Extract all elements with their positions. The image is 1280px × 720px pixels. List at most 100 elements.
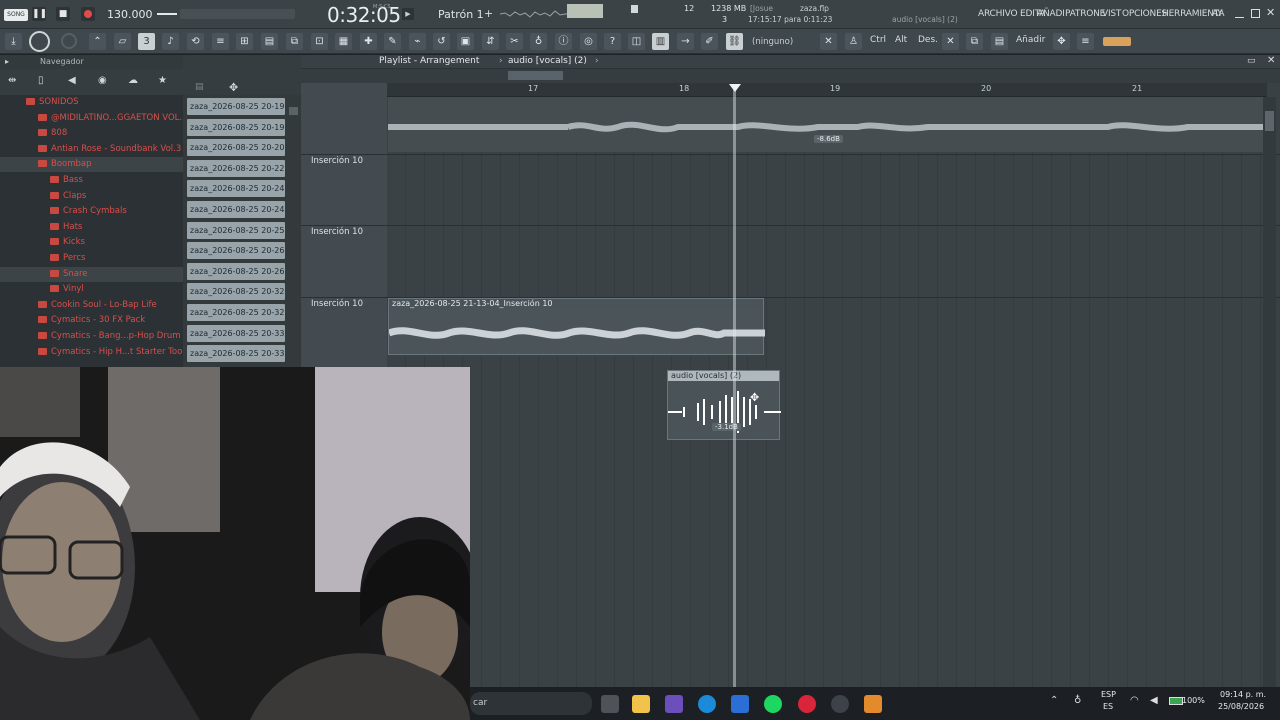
menu-icon[interactable]: ≡ (1077, 33, 1094, 50)
vertical-scroll-thumb[interactable] (1265, 111, 1274, 131)
browser-item[interactable]: Percs (0, 251, 183, 266)
playlist-icon[interactable]: ≡ (212, 33, 229, 50)
browser-icon[interactable]: ⊡ (311, 33, 328, 50)
clock-time[interactable]: 09:14 p. m. (1220, 690, 1266, 699)
browser-item[interactable]: Cymatics - Hip H...t Starter Toolkit (0, 345, 183, 360)
browser-item[interactable]: Snare (0, 266, 183, 282)
add-button[interactable]: Añadir (1016, 35, 1045, 45)
blend-notes-icon[interactable]: ♪ (162, 33, 179, 50)
song-mode-button[interactable]: SONG (4, 9, 28, 21)
cloud-icon[interactable]: ☁ (128, 75, 138, 86)
star-icon[interactable]: ★ (158, 75, 167, 86)
pattern-selector[interactable]: Patrón 1 (438, 8, 484, 21)
clip-list-item[interactable]: zaza_2026-08-25 20-19... (187, 98, 285, 115)
cpu-slider[interactable] (1103, 37, 1131, 46)
script-icon[interactable]: ✎ (384, 33, 401, 50)
clip-list-item[interactable]: zaza_2026-08-25 20-33... (187, 345, 285, 363)
store-icon[interactable] (731, 695, 749, 713)
link-icon[interactable]: ⛓ (726, 33, 743, 50)
clip-list-item[interactable]: zaza_2026-08-25 20-19... (187, 118, 285, 136)
track-label[interactable]: Inserción 10 (311, 156, 363, 166)
master-volume-slider[interactable] (180, 9, 295, 19)
countdown-icon[interactable]: 3 (138, 33, 155, 50)
playlist-close-icon[interactable]: ✕ (1267, 55, 1275, 66)
audio-clip-insercion[interactable]: zaza_2026-08-25 21-13-04_Inserción 10 (388, 298, 765, 355)
clip-list-item[interactable]: zaza_2026-08-25 20-26... (187, 242, 285, 260)
clip-list-item[interactable]: zaza_2026-08-25 20-24... (187, 180, 285, 198)
fl-studio-icon[interactable] (864, 695, 882, 713)
chat-icon[interactable]: ◎ (580, 33, 597, 50)
delete-icon[interactable]: ✕ (942, 33, 959, 50)
snipping-tool-icon[interactable] (665, 695, 683, 713)
menu-archivo[interactable]: ARCHIVO (978, 9, 1018, 19)
undo-icon[interactable]: ↺ (433, 33, 450, 50)
timeline-ruler[interactable]: 17 18 19 20 21 (387, 83, 1267, 97)
keyboard-layout[interactable]: ES (1103, 702, 1113, 711)
stop-button[interactable]: ■ (56, 7, 70, 21)
clip-list-item[interactable]: zaza_2026-08-25 20-26... (187, 262, 285, 280)
mixer-icon[interactable]: ⧉ (286, 33, 303, 50)
vertical-scrollbar[interactable] (1263, 97, 1276, 687)
clock-date[interactable]: 25/08/2026 (1218, 702, 1264, 711)
browser-item[interactable]: Cookin Soul - Lo-Bap Life (0, 298, 183, 313)
cut-icon[interactable]: ✂ (506, 33, 523, 50)
browser-item[interactable]: @MIDILATINO...GGAETON VOL. 1 (0, 111, 183, 126)
spotify-icon[interactable] (764, 695, 782, 713)
copy-icon[interactable]: ⧉ (966, 33, 983, 50)
clip-list-item[interactable]: zaza_2026-08-25 20-24... (187, 201, 285, 218)
microphone-tray-icon[interactable]: ♁ (1074, 695, 1081, 706)
pen-icon[interactable]: ✐ (701, 33, 718, 50)
browser-item[interactable]: Cymatics - 30 FX Pack (0, 313, 183, 328)
snap-icon[interactable]: ◫ (628, 33, 645, 50)
menu-vista[interactable]: VIST (1102, 9, 1121, 19)
keyboard-icon[interactable]: ▥ (652, 33, 669, 50)
export-icon[interactable]: ⇵ (482, 33, 499, 50)
master-pitch-slider[interactable] (157, 13, 177, 15)
horizontal-scroll-thumb[interactable] (508, 71, 563, 80)
track-label[interactable]: Inserción 10 (311, 227, 363, 237)
clip-list-item[interactable]: zaza_2026-08-25 20-25... (187, 221, 285, 239)
browser-item[interactable]: Antian Rose - Soundbank Vol.3 (0, 142, 183, 157)
minimize-icon[interactable] (1235, 9, 1244, 18)
arrow-right-icon[interactable]: → (677, 33, 694, 50)
audio-clip-vocals[interactable]: audio [vocals] (2) -3.1dB (667, 370, 781, 440)
close-icon[interactable]: ✕ (1266, 6, 1275, 19)
file-explorer-icon[interactable] (632, 695, 650, 713)
mute-icon[interactable]: ✕ (820, 33, 837, 50)
tempo-tapper-icon[interactable]: ⌁ (409, 33, 426, 50)
audio-clip-top[interactable]: -8.6dB (388, 97, 1268, 152)
paste-icon[interactable]: ▤ (991, 33, 1008, 50)
browser-item[interactable]: Bass (0, 173, 183, 188)
save-icon[interactable]: ⤓ (5, 33, 22, 50)
taskbar-search-input[interactable]: car (470, 692, 592, 715)
task-view-icon[interactable] (601, 695, 619, 713)
battery-icon[interactable] (1169, 697, 1183, 705)
metronome-icon[interactable]: ⌃ (89, 33, 106, 50)
plugin-icon[interactable]: ◉ (98, 75, 107, 86)
browser-item[interactable]: SONIDOS (0, 95, 183, 110)
settings-icon[interactable] (831, 695, 849, 713)
browser-item[interactable]: Cymatics - Bang...p-Hop Drum Kit (0, 329, 183, 344)
wifi-icon[interactable]: ◠ (1130, 695, 1139, 706)
microphone-icon[interactable]: ♁ (530, 33, 547, 50)
track-label[interactable]: Inserción 10 (311, 299, 363, 309)
clip-list-item[interactable]: zaza_2026-08-25 20-22... (187, 159, 285, 177)
clip-list-item[interactable]: zaza_2026-08-25 20-20... (187, 139, 285, 157)
pattern-icon[interactable]: ▤ (195, 82, 204, 92)
file-icon[interactable]: ▯ (38, 75, 44, 86)
edge-icon[interactable] (698, 695, 716, 713)
pitch-knob[interactable] (61, 33, 77, 49)
info-icon[interactable]: ⓘ (555, 33, 572, 50)
preset-selector[interactable]: (ninguno) (752, 35, 810, 49)
browser-item[interactable]: Vinyl (0, 282, 183, 297)
maximize-icon[interactable] (1251, 9, 1260, 18)
clip-list-item[interactable]: zaza_2026-08-25 20-32... (187, 283, 285, 301)
loop-record-icon[interactable]: ⟲ (187, 33, 204, 50)
language-indicator[interactable]: ESP (1101, 690, 1116, 699)
volume-icon[interactable]: ◀ (1150, 695, 1158, 706)
move-icon[interactable]: ✥ (1053, 33, 1070, 50)
browser-item[interactable]: Boombap (0, 157, 183, 173)
channel-rack-icon[interactable]: ▤ (261, 33, 278, 50)
alt-button[interactable]: Alt (895, 35, 907, 45)
plugin-database-icon[interactable]: ▦ (335, 33, 352, 50)
